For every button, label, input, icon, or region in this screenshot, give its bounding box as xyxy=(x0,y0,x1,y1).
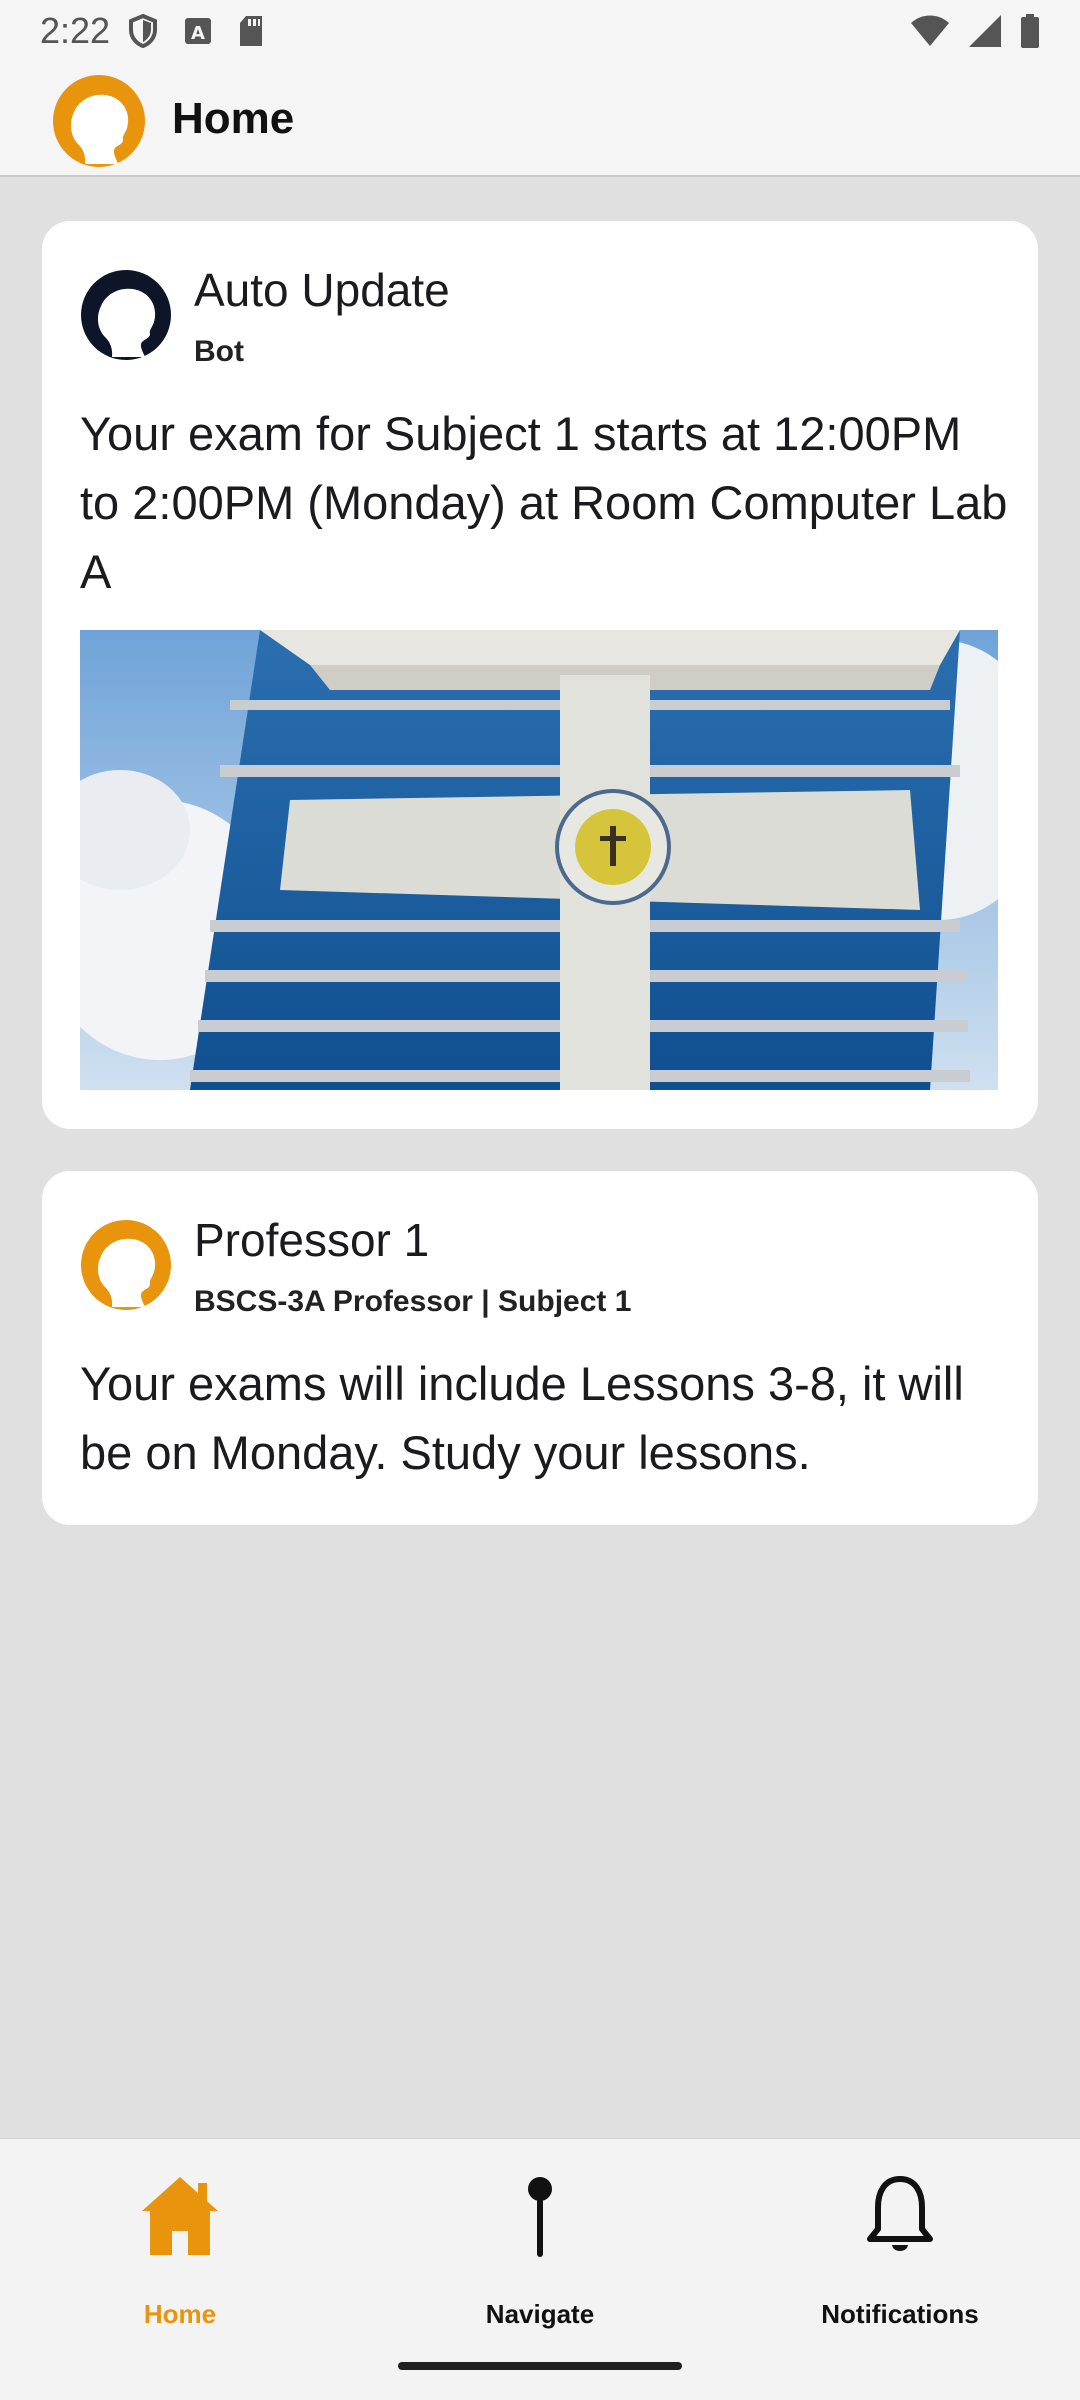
nav-navigate-label: Navigate xyxy=(485,2299,595,2329)
post-body: Your exam for Subject 1 starts at 12:00P… xyxy=(80,407,1008,598)
sd-card-icon xyxy=(240,16,262,46)
status-icons-left: A xyxy=(128,14,264,48)
post-card-professor[interactable]: Professor 1 BSCS-3A Professor | Subject … xyxy=(42,1171,1038,1525)
status-icons-right xyxy=(910,14,1040,48)
school-building-photo xyxy=(80,630,998,1090)
shield-icon xyxy=(129,14,157,48)
signal-icon xyxy=(969,15,1001,47)
nav-notifications-label: Notifications xyxy=(821,2299,979,2329)
post-card-auto-update[interactable]: Auto Update Bot Your exam for Subject 1 … xyxy=(42,221,1038,1129)
post-body: Your exams will include Lessons 3-8, it … xyxy=(80,1357,964,1479)
wifi-icon xyxy=(911,15,949,46)
page-title: Home xyxy=(172,94,295,143)
home-indicator[interactable] xyxy=(398,2362,682,2370)
post-author-role: Bot xyxy=(194,335,244,368)
avatar xyxy=(81,270,171,360)
nav-home[interactable]: Home xyxy=(0,2139,360,2339)
profile-silhouette-logo xyxy=(53,75,145,167)
nav-notifications[interactable]: Notifications xyxy=(720,2139,1080,2339)
status-time: 2:22 xyxy=(40,10,111,51)
home-icon xyxy=(142,2177,218,2255)
map-pin-icon xyxy=(528,2177,552,2257)
post-author-role: BSCS-3A Professor | Subject 1 xyxy=(194,1285,632,1318)
svg-text:A: A xyxy=(191,23,205,44)
font-a-icon: A xyxy=(185,18,211,44)
bell-icon xyxy=(867,2176,933,2251)
nav-navigate[interactable]: Navigate xyxy=(360,2139,720,2339)
app-bar: Home xyxy=(0,64,1080,177)
battery-icon xyxy=(1021,14,1039,48)
nav-home-label: Home xyxy=(143,2299,217,2329)
post-author: Professor 1 xyxy=(194,1214,430,1266)
post-author: Auto Update xyxy=(194,264,450,316)
avatar xyxy=(81,1220,171,1310)
bottom-nav: Home Navigate Notifications xyxy=(0,2138,1080,2400)
status-bar: 2:22 A xyxy=(0,0,1080,64)
